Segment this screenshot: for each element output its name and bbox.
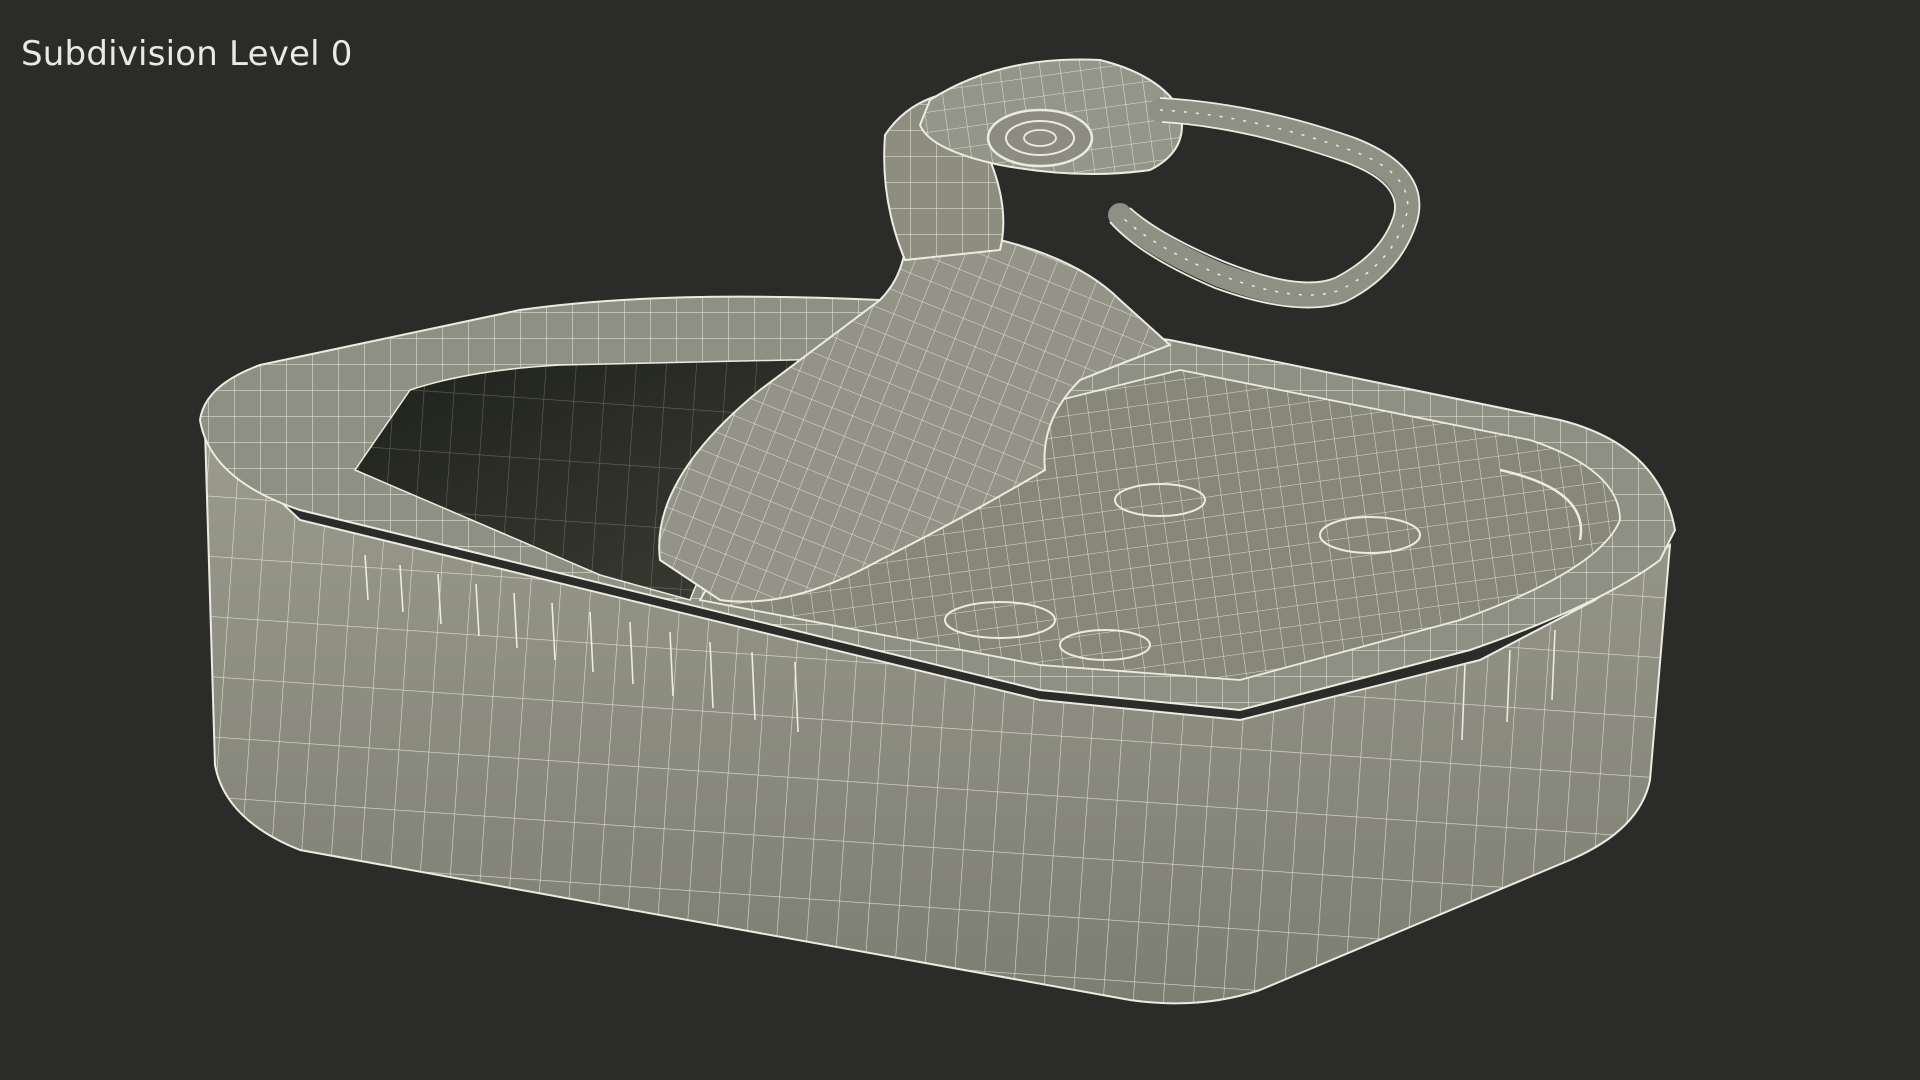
3d-viewport[interactable]: Subdivision Level 0: [0, 0, 1920, 1080]
tin-can-model: [198, 58, 1677, 1005]
